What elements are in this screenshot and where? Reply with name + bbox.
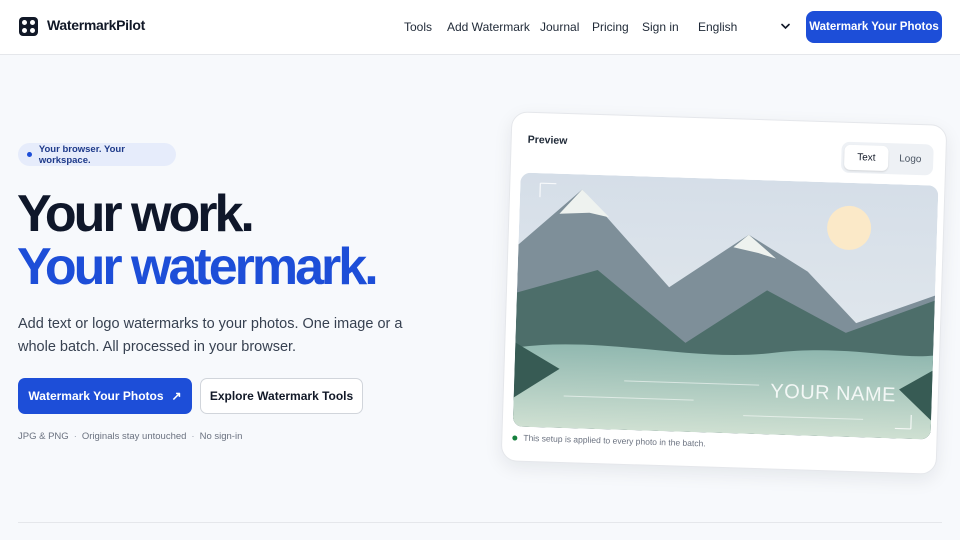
nav-link-add-watermark[interactable]: Add Watermark xyxy=(447,20,530,34)
arrow-up-right-icon: ↗ xyxy=(171,389,182,403)
nav-watermark-button[interactable]: Watermark Your Photos xyxy=(806,11,942,43)
meta-formats: JPG & PNG xyxy=(18,431,69,442)
status-dot xyxy=(512,434,518,441)
hero-badge-text: Your browser. Your workspace. xyxy=(38,143,125,166)
top-nav: WatermarkPilot Tools Add Watermark Journ… xyxy=(0,0,960,55)
watermark-text: YOUR NAME xyxy=(769,380,897,407)
badge-dot xyxy=(27,152,32,157)
preview-title: Preview xyxy=(527,133,568,148)
nav-link-journal[interactable]: Journal xyxy=(540,20,579,34)
mode-text-tab[interactable]: Text xyxy=(843,144,889,172)
preview-image: YOUR NAME xyxy=(512,172,939,440)
language-value: English xyxy=(698,20,738,34)
headline-line-2: Your watermark. xyxy=(17,238,379,296)
watermark-photos-button[interactable]: Watermark Your Photos ↗ xyxy=(18,378,192,414)
chevron-down-icon xyxy=(781,23,790,30)
explore-tools-button[interactable]: Explore Watermark Tools xyxy=(200,378,363,414)
logo-icon[interactable] xyxy=(19,17,38,36)
brand-name[interactable]: WatermarkPilot xyxy=(47,17,145,33)
language-select[interactable]: English xyxy=(698,20,792,34)
meta-originals: Originals stay untouched xyxy=(81,431,187,442)
watermark-photos-label: Watermark Your Photos xyxy=(28,389,164,403)
section-divider xyxy=(18,522,942,523)
hero-lead: Add text or logo watermarks to your phot… xyxy=(18,316,403,355)
mode-toggle: Text Logo xyxy=(840,141,934,176)
meta-no-signin: No sign-in xyxy=(199,431,243,442)
hero-badge: Your browser. Your workspace. xyxy=(18,143,176,166)
preview-card: Preview Text Logo YOUR NAME This setup i… xyxy=(500,111,948,475)
mode-logo-tab[interactable]: Logo xyxy=(889,146,932,172)
preview-footnote-text: This setup is applied to every photo in … xyxy=(523,432,706,449)
headline-line-1: Your work. xyxy=(17,185,255,243)
nav-link-tools[interactable]: Tools xyxy=(404,20,432,34)
preview-footnote: This setup is applied to every photo in … xyxy=(512,432,706,448)
hero-meta: JPG & PNG · Originals stay untouched · No si… xyxy=(18,431,243,442)
nav-link-sign-in[interactable]: Sign in xyxy=(642,20,679,34)
nav-link-pricing[interactable]: Pricing xyxy=(592,20,629,34)
